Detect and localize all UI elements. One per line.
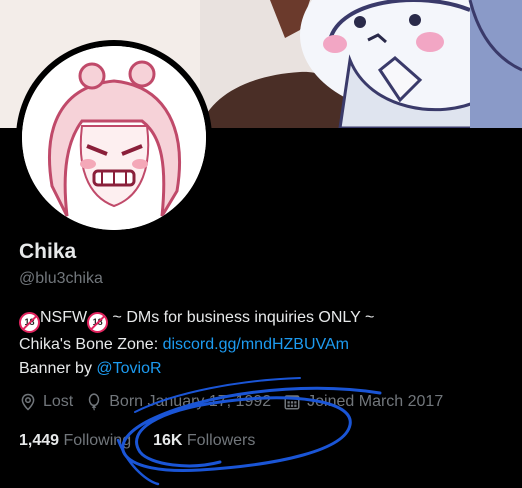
bio-discord-prefix: Chika's Bone Zone: xyxy=(19,336,163,353)
profile-bio: 18 NSFW 18 ~ DMs for business inquiries ON… xyxy=(19,306,509,381)
profile-meta: Lost Born January 17, 1992 Joined March … xyxy=(19,393,455,411)
display-name: Chika xyxy=(19,240,77,263)
followers-count: 16K xyxy=(153,432,183,449)
birthday-item: Born January 17, 1992 xyxy=(85,393,271,411)
location-item: Lost xyxy=(19,393,73,411)
location-pin-icon xyxy=(21,393,35,411)
bio-dm-text: ~ DMs for business inquiries ONLY ~ xyxy=(108,309,375,326)
bio-banner-prefix: Banner by xyxy=(19,360,97,377)
followers-link[interactable]: 16K Followers xyxy=(153,432,255,450)
followers-label: Followers xyxy=(186,432,256,449)
following-link[interactable]: 1,449 Following xyxy=(19,432,131,450)
avatar-artwork xyxy=(22,46,206,230)
bio-line-1: 18 NSFW 18 ~ DMs for business inquiries ON… xyxy=(19,306,509,333)
balloon-icon xyxy=(89,393,100,411)
avatar-frame[interactable] xyxy=(16,40,212,236)
bio-nsfw-text: NSFW xyxy=(40,309,88,326)
no-under-18-icon: 18 xyxy=(87,312,109,333)
avatar[interactable] xyxy=(22,46,206,230)
no-under-18-icon: 18 xyxy=(19,312,40,333)
discord-link[interactable]: discord.gg/mndHZBUVAm xyxy=(163,336,349,353)
following-count: 1,449 xyxy=(19,432,60,449)
bio-line-2: Chika's Bone Zone: discord.gg/mndHZBUVAm xyxy=(19,333,509,357)
joined-text: Joined March 2017 xyxy=(307,393,444,410)
banner-credit-link[interactable]: @TovioR xyxy=(96,360,161,377)
following-label: Following xyxy=(63,432,132,449)
follow-stats: 1,449 Following 16K Followers xyxy=(19,432,277,450)
bio-line-3: Banner by @TovioR xyxy=(19,357,509,381)
user-handle: @blu3chika xyxy=(19,270,103,287)
location-text: Lost xyxy=(43,393,74,410)
calendar-icon xyxy=(284,395,300,410)
birthday-text: Born January 17, 1992 xyxy=(109,393,272,410)
joined-item: Joined March 2017 xyxy=(283,393,443,411)
